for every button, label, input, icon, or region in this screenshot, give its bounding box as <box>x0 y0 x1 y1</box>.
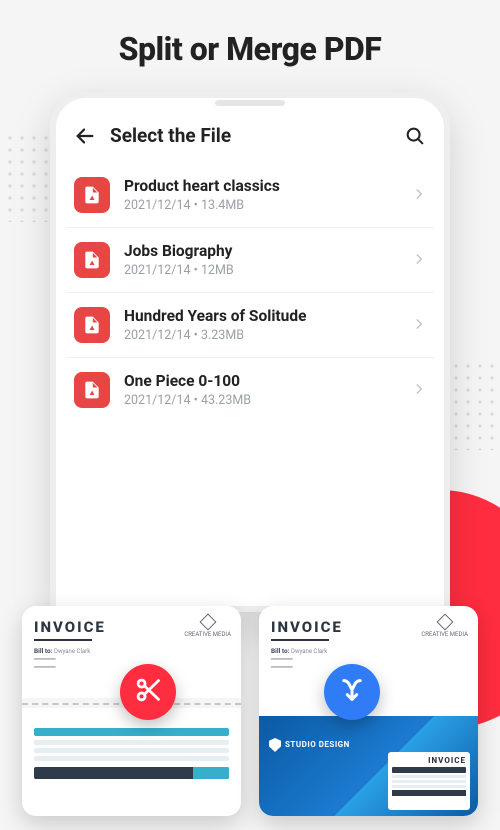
file-name: Product heart classics <box>124 177 398 195</box>
file-name: Hundred Years of Solitude <box>124 307 398 325</box>
file-row[interactable]: Product heart classics 2021/12/14 • 13.4… <box>66 163 434 228</box>
table-stub <box>34 728 229 761</box>
chevron-right-icon <box>412 316 426 335</box>
bill-to: Bill to: Dwyane Clark ━━━━━━━━━━━━ <box>271 647 466 671</box>
chevron-right-icon <box>412 251 426 270</box>
divider <box>271 639 329 641</box>
file-list: Product heart classics 2021/12/14 • 13.4… <box>66 163 434 422</box>
page-title: Split or Merge PDF <box>0 30 500 68</box>
chevron-right-icon <box>412 381 426 400</box>
file-row[interactable]: Jobs Biography 2021/12/14 • 12MB <box>66 228 434 293</box>
merge-action-badge[interactable] <box>324 664 380 720</box>
pdf-icon <box>74 242 110 278</box>
total-stub <box>34 767 229 779</box>
brand-logo: CREATIVE MEDIA <box>184 616 231 638</box>
split-action-badge[interactable] <box>120 664 176 720</box>
chevron-right-icon <box>412 186 426 205</box>
pdf-icon <box>74 307 110 343</box>
merge-second-doc: STUDIO DESIGN INVOICE <box>259 716 478 816</box>
file-meta: 2021/12/14 • 43.23MB <box>124 393 398 408</box>
pdf-icon <box>74 372 110 408</box>
studio-label: STUDIO DESIGN <box>269 738 350 752</box>
file-name: Jobs Biography <box>124 242 398 260</box>
file-row[interactable]: One Piece 0-100 2021/12/14 • 43.23MB <box>66 358 434 422</box>
phone-mock: Select the File Product heart classics 2… <box>50 92 450 612</box>
file-meta: 2021/12/14 • 13.4MB <box>124 198 398 213</box>
pdf-icon <box>74 177 110 213</box>
scissors-icon <box>134 676 162 708</box>
mini-invoice: INVOICE <box>388 752 470 810</box>
file-meta: 2021/12/14 • 12MB <box>124 263 398 278</box>
file-meta: 2021/12/14 • 3.23MB <box>124 328 398 343</box>
top-bar: Select the File <box>66 110 434 157</box>
file-name: One Piece 0-100 <box>124 372 398 390</box>
search-icon[interactable] <box>404 125 426 147</box>
divider <box>34 639 92 641</box>
file-row[interactable]: Hundred Years of Solitude 2021/12/14 • 3… <box>66 293 434 358</box>
screen-title: Select the File <box>110 124 390 147</box>
brand-logo: CREATIVE MEDIA <box>421 616 468 638</box>
back-icon[interactable] <box>74 125 96 147</box>
merge-icon <box>338 676 366 708</box>
